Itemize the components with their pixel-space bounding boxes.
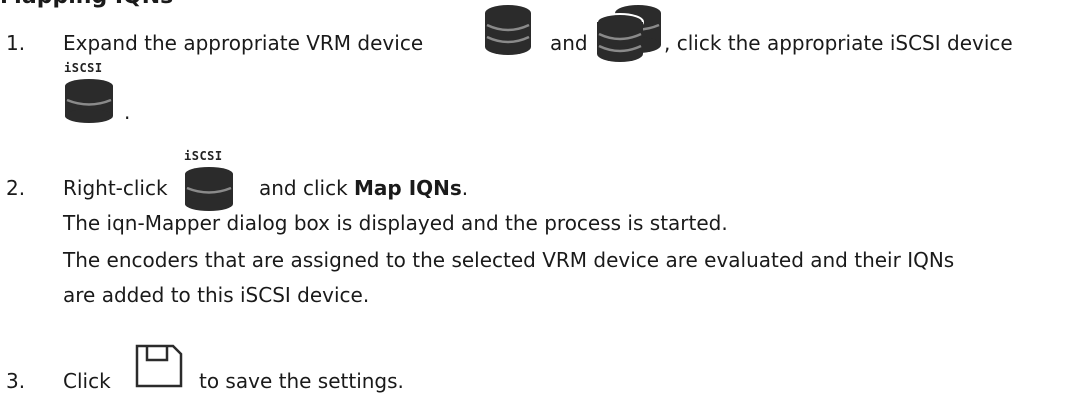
step-2-number: 2. bbox=[6, 176, 26, 200]
step-1-text-a: Expand the appropriate VRM device bbox=[63, 31, 424, 55]
page-heading: Mapping IQNs bbox=[0, 0, 173, 9]
step-2-line-4: are added to this iSCSI device. bbox=[63, 283, 370, 307]
step-1-text-b: , click the appropriate iSCSI device bbox=[664, 31, 1013, 55]
step-3-number: 3. bbox=[6, 369, 26, 393]
step-3-text-a: Click bbox=[63, 369, 111, 393]
iscsi-device-icon bbox=[65, 79, 113, 123]
step-2-line-2: The iqn-Mapper dialog box is displayed a… bbox=[63, 211, 728, 235]
iscsi-label: iSCSI bbox=[184, 149, 223, 163]
step-2-text-a: Right-click bbox=[63, 176, 168, 200]
database-icon bbox=[485, 5, 531, 55]
step-2-text-and-click: and click bbox=[259, 176, 348, 200]
step-3-text-b: to save the settings. bbox=[199, 369, 404, 393]
map-iqns-command: Map IQNs bbox=[354, 176, 462, 200]
step-1-period: . bbox=[124, 100, 131, 124]
step-1-text-and: and bbox=[550, 31, 588, 55]
step-2-period: . bbox=[461, 176, 469, 200]
save-icon bbox=[135, 344, 183, 388]
database-stack-icon bbox=[596, 5, 661, 62]
step-1-number: 1. bbox=[6, 31, 26, 55]
step-2-line-3: The encoders that are assigned to the se… bbox=[63, 248, 955, 272]
iscsi-label: iSCSI bbox=[64, 61, 103, 75]
step-2-text-b: and click Map IQNs. bbox=[259, 176, 468, 200]
iscsi-device-icon bbox=[185, 167, 233, 211]
